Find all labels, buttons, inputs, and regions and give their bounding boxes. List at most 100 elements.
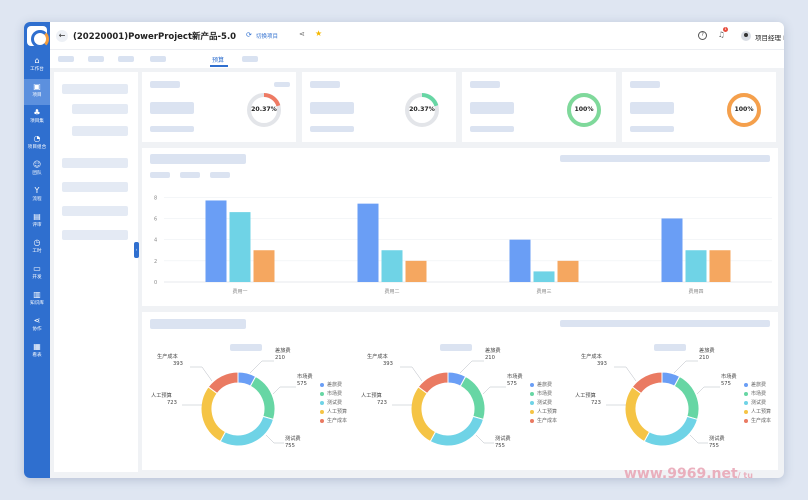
switch-project-link[interactable]: 切换项目 bbox=[256, 32, 278, 40]
collapse-handle[interactable]: › bbox=[134, 242, 139, 258]
y-tick-label: 2 bbox=[154, 259, 157, 265]
sidebar-item-2[interactable]: ♣ 项目集 bbox=[24, 105, 50, 131]
project-icon: ▣ bbox=[33, 82, 41, 91]
legend-label: 测试费 bbox=[537, 400, 553, 406]
legend-label: 测试费 bbox=[751, 400, 767, 406]
review-icon: ▤ bbox=[33, 212, 41, 221]
sidebar-item-5[interactable]: Y 流程 bbox=[24, 183, 50, 209]
slice-name: 人工预算 bbox=[575, 393, 596, 399]
donut-slice bbox=[459, 375, 486, 421]
slice-value: 210 bbox=[485, 355, 495, 361]
leader-line bbox=[689, 434, 708, 444]
bar bbox=[229, 212, 251, 282]
legend-item[interactable]: 测试费 bbox=[530, 399, 552, 406]
legend-item[interactable]: 市场费 bbox=[320, 390, 342, 397]
slice-value: 210 bbox=[275, 355, 285, 361]
donut-chart bbox=[182, 360, 296, 447]
legend-item[interactable]: 人工预算 bbox=[744, 408, 771, 415]
legend-item[interactable]: 人工预算 bbox=[320, 408, 347, 415]
legend-item[interactable]: 生产成本 bbox=[744, 417, 771, 424]
tab-placeholder[interactable] bbox=[58, 56, 74, 62]
app-logo[interactable] bbox=[27, 26, 49, 48]
panel-item[interactable] bbox=[62, 158, 128, 168]
sidebar-item-6[interactable]: ▤ 评审 bbox=[24, 209, 50, 235]
legend-item[interactable]: 测试费 bbox=[744, 399, 766, 406]
panel-item[interactable] bbox=[72, 104, 128, 114]
legend-item[interactable]: 差旅费 bbox=[530, 381, 552, 388]
sidebar-item-1[interactable]: ▣ 项目 bbox=[24, 79, 50, 105]
star-icon[interactable]: ★ bbox=[315, 29, 322, 38]
donut-slice-label: 人工预算 723 bbox=[575, 393, 601, 407]
project-title: (20220001)PowerProject新产品-5.0 bbox=[73, 32, 237, 42]
tab-budget[interactable]: 预算 bbox=[212, 55, 224, 64]
share-icon[interactable]: ⋖ bbox=[299, 30, 305, 38]
y-tick-label: 0 bbox=[154, 280, 157, 286]
sidebar-item-4[interactable]: ☺ 团队 bbox=[24, 157, 50, 183]
slice-value: 575 bbox=[507, 381, 517, 387]
tab-placeholder[interactable] bbox=[118, 56, 134, 62]
sidebar-item-label: 看表 bbox=[32, 353, 42, 358]
leader-line bbox=[459, 360, 484, 374]
legend-item[interactable]: 生产成本 bbox=[320, 417, 347, 424]
leader-line bbox=[475, 434, 494, 444]
sidebar-item-10[interactable]: ⋖ 协作 bbox=[24, 313, 50, 339]
tab-placeholder[interactable] bbox=[88, 56, 104, 62]
sidebar-item-label: 项目组合 bbox=[27, 145, 47, 150]
slice-value: 393 bbox=[597, 361, 607, 367]
home-icon: ⌂ bbox=[34, 56, 40, 65]
avatar[interactable] bbox=[741, 31, 751, 41]
panel-item[interactable] bbox=[62, 84, 128, 94]
card-action-placeholder[interactable] bbox=[274, 82, 290, 87]
help-icon[interactable]: ? bbox=[698, 31, 707, 40]
slice-name: 生产成本 bbox=[157, 354, 178, 360]
donut-slice bbox=[643, 415, 699, 447]
bar-chart-card: 0 2 4 6 8 费用一 费用二 费用三 费用四 bbox=[142, 148, 778, 306]
donut-slice-label: 差旅费 210 bbox=[485, 348, 501, 362]
card-filter-placeholder[interactable] bbox=[560, 320, 770, 327]
gauge-value: 20.37% bbox=[251, 106, 277, 113]
legend-item[interactable]: 市场费 bbox=[530, 390, 552, 397]
donut-slice-label: 人工预算 723 bbox=[151, 393, 177, 407]
legend-item[interactable]: 生产成本 bbox=[530, 417, 557, 424]
legend-item[interactable]: 差旅费 bbox=[744, 381, 766, 388]
legend-label: 生产成本 bbox=[537, 418, 558, 424]
card-sub-placeholder bbox=[150, 126, 194, 132]
bar bbox=[509, 239, 531, 282]
back-button[interactable]: ← bbox=[56, 30, 68, 42]
slice-value: 755 bbox=[285, 443, 295, 449]
sidebar-item-0[interactable]: ⌂ 工作台 bbox=[24, 53, 50, 79]
user-name[interactable]: 项目经理 PM bbox=[755, 32, 784, 42]
tab-placeholder[interactable] bbox=[150, 56, 166, 62]
panel-item[interactable] bbox=[62, 182, 128, 192]
legend-label: 市场费 bbox=[537, 391, 553, 397]
sidebar-item-7[interactable]: ◷ 工时 bbox=[24, 235, 50, 261]
refresh-icon[interactable]: ⟳ bbox=[246, 31, 252, 39]
portfolio-icon: ◔ bbox=[33, 134, 41, 143]
sidebar-item-9[interactable]: ▥ 知识库 bbox=[24, 287, 50, 313]
bar bbox=[357, 203, 379, 282]
summary-card: 20.37% bbox=[142, 72, 296, 142]
sidebar-item-11[interactable]: ▦ 看表 bbox=[24, 339, 50, 365]
leader-line bbox=[190, 366, 213, 382]
leader-line bbox=[696, 386, 720, 395]
donut-slice bbox=[673, 375, 700, 421]
legend-item[interactable]: 市场费 bbox=[744, 390, 766, 397]
legend-swatch bbox=[320, 418, 324, 423]
tab-placeholder[interactable] bbox=[242, 56, 258, 62]
slice-name: 生产成本 bbox=[367, 354, 388, 360]
panel-item[interactable] bbox=[72, 126, 128, 136]
sidebar-item-label: 协作 bbox=[32, 327, 42, 332]
sidebar-item-8[interactable]: ▭ 开发 bbox=[24, 261, 50, 287]
panel-item[interactable] bbox=[62, 206, 128, 216]
sidebar-item-3[interactable]: ◔ 项目组合 bbox=[24, 131, 50, 157]
x-tick-label: 费用二 bbox=[384, 288, 399, 295]
panel-item[interactable] bbox=[62, 230, 128, 240]
legend-item[interactable]: 人工预算 bbox=[530, 408, 557, 415]
legend-item[interactable]: 测试费 bbox=[320, 399, 342, 406]
legend-item[interactable]: 差旅费 bbox=[320, 381, 342, 388]
slice-name: 人工预算 bbox=[151, 393, 172, 399]
donut-slice-label: 市场费 575 bbox=[507, 374, 523, 388]
donut-slice bbox=[219, 415, 275, 447]
gauge-value: 20.37% bbox=[409, 106, 435, 113]
flow-icon: Y bbox=[34, 186, 40, 195]
